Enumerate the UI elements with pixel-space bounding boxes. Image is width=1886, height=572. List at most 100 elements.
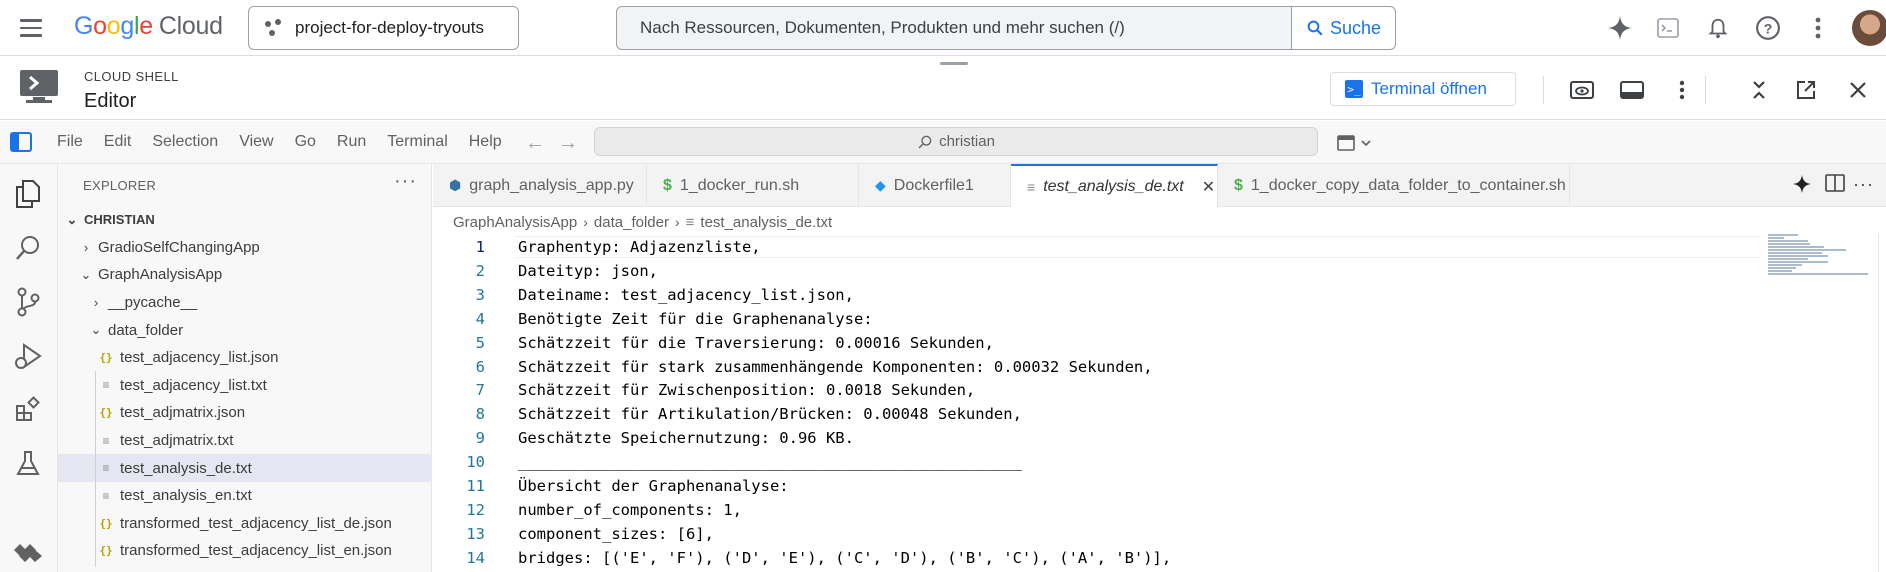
search-bar[interactable]: Nach Ressourcen, Dokumenten, Produkten u… <box>616 6 1396 50</box>
open-terminal-button[interactable]: >_ Terminal öffnen <box>1330 72 1516 106</box>
more-vert-icon[interactable] <box>1802 12 1834 44</box>
help-icon[interactable]: ? <box>1752 12 1784 44</box>
menu-item[interactable]: Help <box>469 133 502 151</box>
line-text: Schätzzeit für Zwischenposition: 0.0018 … <box>518 381 976 400</box>
editor-more-icon[interactable]: ··· <box>1853 174 1874 195</box>
tab-label: graph_analysis_app.py <box>469 176 634 194</box>
code-line[interactable]: 10 ______________________________________… <box>433 450 1022 474</box>
code-line[interactable]: 2 Dateityp: json, <box>433 259 658 283</box>
layout-control-icon[interactable] <box>1336 133 1374 153</box>
menu-item[interactable]: Go <box>295 133 316 151</box>
menu-item[interactable]: Terminal <box>387 133 447 151</box>
vertical-scrollbar[interactable] <box>1878 234 1879 572</box>
panel-layout-icon[interactable] <box>1618 76 1646 104</box>
line-text: Dateiname: test_adjacency_list.json, <box>518 285 854 304</box>
minimize-icon[interactable] <box>1745 76 1773 104</box>
breadcrumb-item[interactable]: test_analysis_de.txt <box>700 214 832 231</box>
testing-icon[interactable] <box>12 448 44 480</box>
code-line[interactable]: 4 Benötigte Zeit für die Graphenanalyse: <box>433 307 873 331</box>
tree-folder[interactable]: ⌄ data_folder <box>58 316 432 344</box>
tree-folder[interactable]: › __pycache__ <box>58 289 432 317</box>
line-text: Benötigte Zeit für die Graphenanalyse: <box>518 309 873 328</box>
tab-label: 1_docker_run.sh <box>679 176 800 194</box>
close-icon[interactable] <box>1844 76 1872 104</box>
gemini-icon[interactable] <box>1604 12 1636 44</box>
code-line[interactable]: 9 Geschätzte Speichernutzung: 0.96 KB. <box>433 426 854 450</box>
logo-letter: e <box>139 12 153 40</box>
tree-file[interactable]: {} transformed_test_adjacency_list_en.js… <box>58 537 432 565</box>
code-line[interactable]: 1 Graphentyp: Adjazenzliste, <box>433 235 761 259</box>
tab-docker-copy[interactable]: $ 1_docker_copy_data_folder_to_container… <box>1218 164 1570 207</box>
web-preview-icon[interactable] <box>1568 76 1596 104</box>
json-file-icon: {} <box>99 544 113 558</box>
code-line[interactable]: 6 Schätzzeit für stark zusammenhängende K… <box>433 355 1153 379</box>
json-file-icon: {} <box>99 516 113 530</box>
google-cloud-logo[interactable]: Google Cloud <box>74 12 223 41</box>
close-tab-icon[interactable]: ✕ <box>1202 177 1215 197</box>
cloud-shell-icon[interactable] <box>1652 12 1684 44</box>
code-line[interactable]: 11 Übersicht der Graphenanalyse: <box>433 474 789 498</box>
cloud-code-icon[interactable] <box>12 536 44 568</box>
code-line[interactable]: 7 Schätzzeit für Zwischenposition: 0.0018… <box>433 378 976 402</box>
tree-file-selected[interactable]: ≡ test_analysis_de.txt <box>58 454 432 482</box>
code-line[interactable]: 14 bridges: [('E', 'F'), ('D', 'E'), ('C'… <box>433 546 1171 570</box>
code-line[interactable]: 3 Dateiname: test_adjacency_list.json, <box>433 283 854 307</box>
tree-file[interactable]: ≡ test_adjmatrix.txt <box>58 427 432 455</box>
minimap[interactable] <box>1768 234 1878 275</box>
split-editor-icon[interactable] <box>1825 174 1845 197</box>
tree-file[interactable]: {} test_adjacency_list.json <box>58 344 432 372</box>
tab-test-analysis-de[interactable]: ≡ test_analysis_de.txt ✕ <box>1011 164 1218 208</box>
line-text: Schätzzeit für Artikulation/Brücken: 0.0… <box>518 405 1022 424</box>
line-number: 3 <box>475 285 485 304</box>
main-menu-icon[interactable] <box>20 14 48 42</box>
tab-label: test_analysis_de.txt <box>1043 178 1184 195</box>
forward-arrow-icon[interactable]: → <box>558 132 578 155</box>
code-line[interactable]: 13 component_sizes: [6], <box>433 522 714 546</box>
search-input[interactable]: Nach Ressourcen, Dokumenten, Produkten u… <box>617 18 1291 38</box>
avatar[interactable] <box>1852 10 1886 46</box>
code-line[interactable]: 5 Schätzzeit für die Traversierung: 0.000… <box>433 331 994 355</box>
tree-label: test_adjmatrix.json <box>120 404 246 422</box>
line-text: Übersicht der Graphenanalyse: <box>518 477 789 495</box>
tab-dockerfile[interactable]: ◆ Dockerfile1 <box>859 164 1011 207</box>
breadcrumb-item[interactable]: data_folder <box>594 214 669 231</box>
sidebar-toggle-icon[interactable] <box>10 132 32 152</box>
run-debug-icon[interactable] <box>12 340 44 372</box>
extensions-icon[interactable] <box>12 394 44 426</box>
tree-file[interactable]: {} transformed_test_adjacency_list_de.js… <box>58 510 432 538</box>
tree-label: data_folder <box>108 321 184 339</box>
breadcrumb-item[interactable]: GraphAnalysisApp <box>453 214 577 231</box>
explorer-more-icon[interactable]: ··· <box>394 170 417 193</box>
tree-file[interactable]: ≡ test_analysis_en.txt <box>58 482 432 510</box>
tree-folder[interactable]: › GradioSelfChangingApp <box>58 234 432 262</box>
tree-file[interactable]: {} test_adjmatrix.json <box>58 399 432 427</box>
tab-graph-analysis-app[interactable]: ⬢ graph_analysis_app.py <box>433 164 647 207</box>
back-arrow-icon[interactable]: ← <box>525 132 545 155</box>
search-button[interactable]: Suche <box>1291 7 1395 49</box>
code-line[interactable]: 8 Schätzzeit für Artikulation/Brücken: 0.… <box>433 402 1022 426</box>
notifications-icon[interactable] <box>1702 12 1734 44</box>
shell-more-icon[interactable] <box>1668 76 1696 104</box>
explorer-icon[interactable] <box>12 178 44 210</box>
menu-item[interactable]: View <box>239 133 273 151</box>
search-icon[interactable] <box>12 232 44 264</box>
code-editor[interactable]: 1 Graphentyp: Adjazenzliste, 2 Dateityp: js… <box>433 234 1886 572</box>
cloud-shell-header: CLOUD SHELL Editor >_ Terminal öffnen <box>0 58 1886 120</box>
menu-item[interactable]: Selection <box>152 133 218 151</box>
open-new-window-icon[interactable] <box>1792 76 1820 104</box>
workspace-root[interactable]: ⌄ CHRISTIAN <box>58 206 432 234</box>
tree-file[interactable]: ≡ test_adjacency_list.txt <box>58 372 432 400</box>
breadcrumb: GraphAnalysisApp › data_folder › ≡ test_… <box>453 210 832 234</box>
source-control-icon[interactable] <box>12 286 44 318</box>
shell-icon: $ <box>1234 176 1243 194</box>
menu-item[interactable]: File <box>57 133 83 151</box>
project-picker-button[interactable]: project-for-deploy-tryouts <box>248 6 519 50</box>
gemini-sparkle-icon[interactable] <box>1792 174 1812 199</box>
code-line[interactable]: 12 number_of_components: 1, <box>433 498 742 522</box>
command-center-search[interactable]: christian <box>594 127 1318 156</box>
menu-item[interactable]: Edit <box>104 133 132 151</box>
json-file-icon: {} <box>99 351 113 365</box>
tree-folder[interactable]: ⌄ GraphAnalysisApp <box>58 261 432 289</box>
tab-docker-run[interactable]: $ 1_docker_run.sh <box>647 164 859 207</box>
menu-item[interactable]: Run <box>337 133 366 151</box>
